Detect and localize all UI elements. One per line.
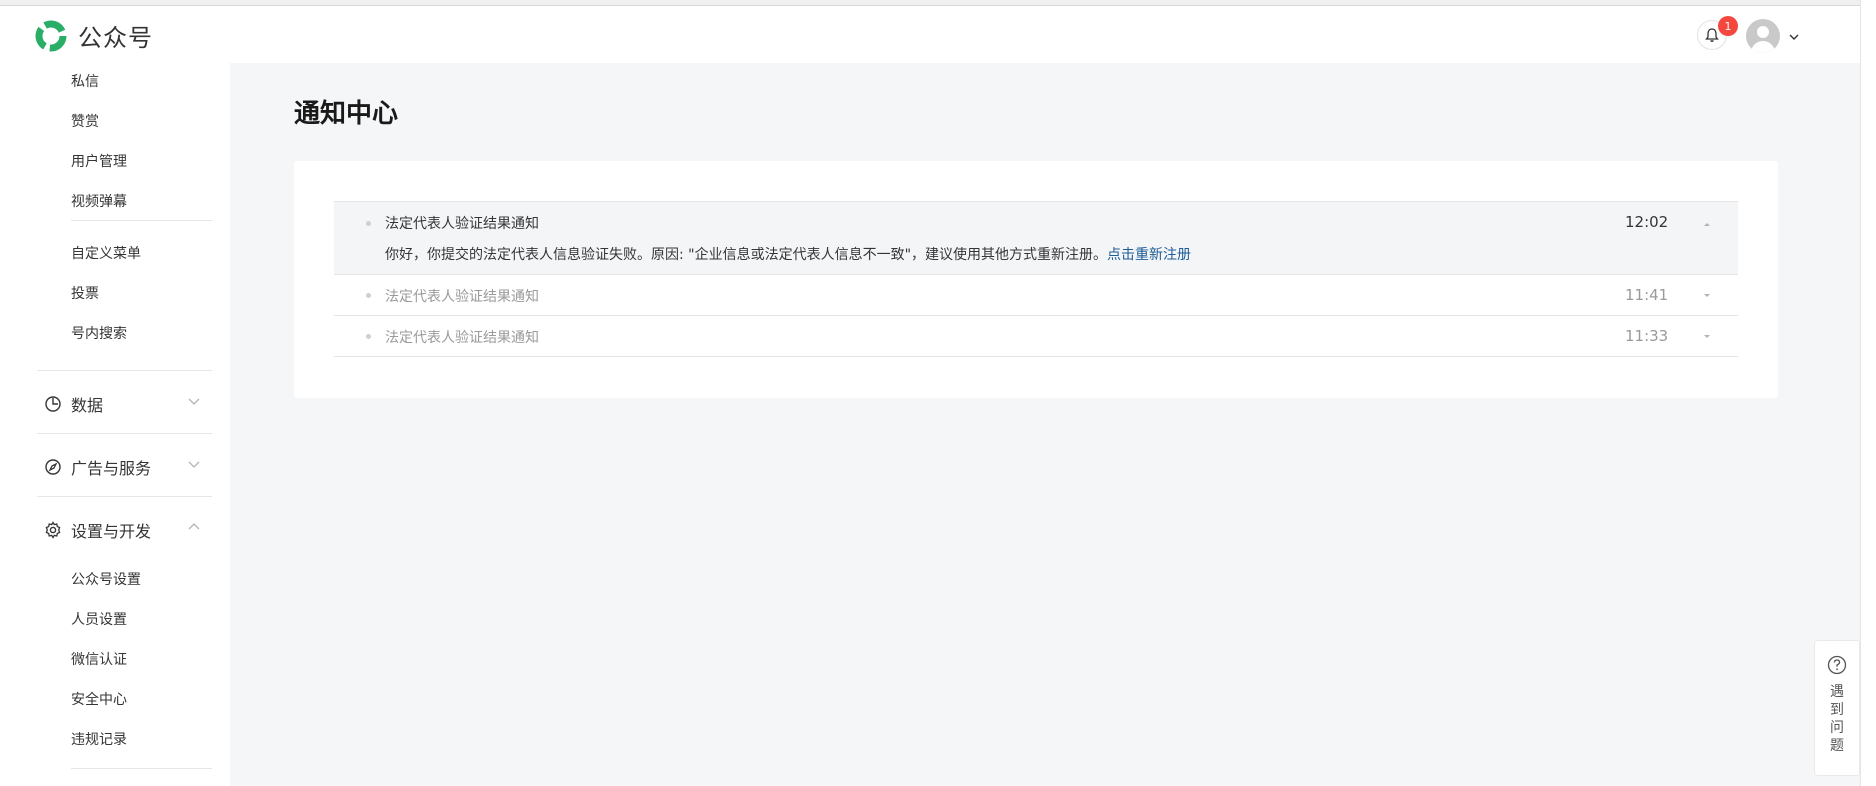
sidebar-item-wechat-verification[interactable]: 微信认证 bbox=[71, 649, 127, 669]
window-right-edge bbox=[1860, 0, 1876, 786]
sidebar-divider bbox=[71, 220, 212, 221]
sidebar-divider bbox=[37, 496, 212, 497]
notification-panel: 法定代表人验证结果通知 12:02 你好，你提交的法定代表人信息验证失败。原因:… bbox=[294, 161, 1778, 398]
sidebar: 私信 赞赏 用户管理 视频弹幕 自定义菜单 投票 号内搜索 数据 广告与服务 设… bbox=[0, 63, 230, 786]
notification-time: 11:41 bbox=[1625, 286, 1669, 304]
sidebar-item-violation-records[interactable]: 违规记录 bbox=[71, 729, 127, 749]
help-widget[interactable]: 遇到问题 bbox=[1814, 640, 1860, 776]
sidebar-item-private-message[interactable]: 私信 bbox=[71, 71, 99, 91]
sidebar-section-ads-services[interactable]: 广告与服务 bbox=[44, 455, 151, 479]
gear-icon bbox=[45, 521, 61, 539]
sidebar-item-account-settings[interactable]: 公众号设置 bbox=[71, 569, 141, 589]
notification-count-badge: 1 bbox=[1718, 16, 1738, 36]
caret-up-icon[interactable] bbox=[1700, 217, 1714, 231]
pie-chart-icon bbox=[45, 396, 61, 412]
help-label: 遇到问题 bbox=[1830, 684, 1844, 754]
notification-body-text: 你好，你提交的法定代表人信息验证失败。原因: "企业信息或法定代表人信息不一致"… bbox=[385, 247, 1108, 263]
wechat-mp-logo-icon bbox=[35, 20, 67, 51]
chevron-down-icon[interactable] bbox=[1787, 30, 1801, 44]
sidebar-section-data[interactable]: 数据 bbox=[44, 392, 103, 416]
notification-title: 法定代表人验证结果通知 bbox=[385, 216, 539, 232]
sidebar-divider bbox=[71, 768, 212, 769]
notification-item[interactable]: 法定代表人验证结果通知 12:02 你好，你提交的法定代表人信息验证失败。原因:… bbox=[334, 202, 1738, 275]
caret-down-icon[interactable] bbox=[1700, 330, 1714, 344]
sidebar-item-custom-menu[interactable]: 自定义菜单 bbox=[71, 243, 141, 263]
notification-list: 法定代表人验证结果通知 12:02 你好，你提交的法定代表人信息验证失败。原因:… bbox=[334, 201, 1738, 357]
notification-body: 你好，你提交的法定代表人信息验证失败。原因: "企业信息或法定代表人信息不一致"… bbox=[385, 244, 1191, 264]
sidebar-divider bbox=[37, 433, 212, 434]
sidebar-item-in-account-search[interactable]: 号内搜索 bbox=[71, 323, 127, 343]
sidebar-divider bbox=[37, 370, 212, 371]
sidebar-item-video-comments[interactable]: 视频弹幕 bbox=[71, 191, 127, 211]
sidebar-item-appreciation[interactable]: 赞赏 bbox=[71, 111, 99, 131]
chevron-down-icon[interactable] bbox=[187, 457, 201, 471]
caret-down-icon[interactable] bbox=[1700, 289, 1714, 303]
compass-icon bbox=[45, 459, 61, 475]
chevron-down-icon[interactable] bbox=[187, 394, 201, 408]
notification-time: 11:33 bbox=[1625, 327, 1669, 345]
notification-item[interactable]: 法定代表人验证结果通知 11:33 bbox=[334, 316, 1738, 357]
sidebar-item-vote[interactable]: 投票 bbox=[71, 283, 99, 303]
chevron-up-icon[interactable] bbox=[187, 520, 201, 534]
sidebar-section-label: 设置与开发 bbox=[71, 522, 152, 541]
logo-text: 公众号 bbox=[78, 24, 153, 52]
question-circle-icon bbox=[1827, 655, 1847, 675]
re-register-link[interactable]: 点击重新注册 bbox=[1107, 247, 1191, 263]
sidebar-item-member-settings[interactable]: 人员设置 bbox=[71, 609, 127, 629]
page-title: 通知中心 bbox=[294, 99, 399, 129]
notification-title: 法定代表人验证结果通知 bbox=[385, 289, 539, 305]
top-header: 公众号 1 bbox=[0, 6, 1860, 63]
bullet-dot bbox=[366, 293, 371, 298]
notification-item[interactable]: 法定代表人验证结果通知 11:41 bbox=[334, 275, 1738, 316]
notification-title: 法定代表人验证结果通知 bbox=[385, 330, 539, 346]
bullet-dot bbox=[366, 221, 371, 226]
user-avatar[interactable] bbox=[1746, 19, 1780, 53]
app-logo[interactable]: 公众号 bbox=[34, 18, 153, 53]
sidebar-section-label: 数据 bbox=[71, 396, 104, 415]
sidebar-item-security-center[interactable]: 安全中心 bbox=[71, 689, 127, 709]
bullet-dot bbox=[366, 334, 371, 339]
sidebar-item-user-management[interactable]: 用户管理 bbox=[71, 151, 127, 171]
notification-time: 12:02 bbox=[1625, 213, 1669, 231]
sidebar-section-label: 广告与服务 bbox=[71, 459, 152, 478]
sidebar-section-settings-dev[interactable]: 设置与开发 bbox=[44, 518, 151, 542]
